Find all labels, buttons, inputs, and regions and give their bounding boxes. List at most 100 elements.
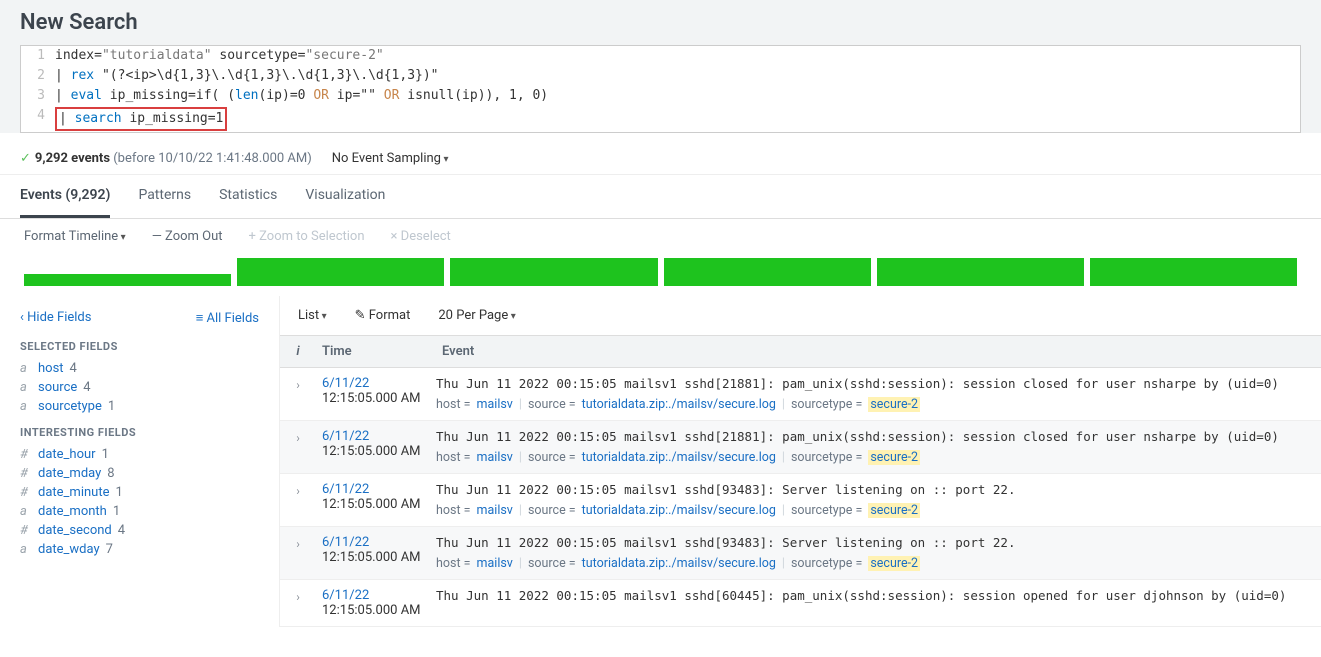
- timeline-bar[interactable]: [24, 274, 231, 286]
- zoom-out-button[interactable]: — Zoom Out: [152, 229, 223, 244]
- field-name[interactable]: date_month: [38, 504, 107, 519]
- field-name[interactable]: sourcetype: [38, 399, 102, 414]
- expand-row-icon[interactable]: ›: [280, 482, 316, 518]
- event-row: ›6/11/2212:15:05.000 AMThu Jun 11 2022 0…: [280, 474, 1321, 527]
- field-row[interactable]: #date_second4: [20, 521, 259, 540]
- timeline-bar[interactable]: [877, 258, 1084, 286]
- timeline-bar[interactable]: [450, 258, 657, 286]
- event-time: 12:15:05.000 AM: [322, 550, 436, 565]
- timeline-bar[interactable]: [1090, 258, 1297, 286]
- field-count: 4: [70, 361, 77, 376]
- check-icon: ✓: [20, 151, 31, 166]
- meta-sourcetype-value[interactable]: secure-2: [868, 397, 920, 412]
- meta-host-key: host =: [436, 503, 471, 518]
- field-type-icon: #: [20, 447, 32, 462]
- field-count: 1: [102, 447, 109, 462]
- field-count: 7: [106, 542, 113, 557]
- field-row[interactable]: asourcetype1: [20, 397, 259, 416]
- tab-patterns[interactable]: Patterns: [138, 175, 191, 218]
- event-sampling-dropdown[interactable]: No Event Sampling: [332, 151, 449, 166]
- event-date[interactable]: 6/11/22: [322, 535, 436, 550]
- timeline-bar[interactable]: [664, 258, 871, 286]
- per-page-dropdown[interactable]: 20 Per Page: [438, 308, 515, 323]
- hide-fields-button[interactable]: ‹ Hide Fields: [20, 310, 91, 326]
- event-raw[interactable]: Thu Jun 11 2022 00:15:05 mailsv1 sshd[21…: [436, 429, 1305, 444]
- expand-row-icon[interactable]: ›: [280, 588, 316, 618]
- meta-sourcetype-value[interactable]: secure-2: [868, 450, 920, 465]
- field-name[interactable]: source: [38, 380, 77, 395]
- expand-row-icon[interactable]: ›: [280, 535, 316, 571]
- timeline-bar[interactable]: [237, 258, 444, 286]
- fields-sidebar: ‹ Hide Fields ≡ All Fields SELECTED FIEL…: [0, 296, 280, 627]
- meta-host-value[interactable]: mailsv: [477, 556, 513, 571]
- expand-row-icon[interactable]: ›: [280, 376, 316, 412]
- field-type-icon: a: [20, 399, 32, 414]
- field-type-icon: a: [20, 504, 32, 519]
- field-name[interactable]: date_minute: [38, 485, 109, 500]
- view-mode-dropdown[interactable]: List: [298, 308, 327, 323]
- meta-host-key: host =: [436, 556, 471, 571]
- result-count: ✓9,292 events (before 10/10/22 1:41:48.0…: [20, 151, 312, 166]
- meta-sourcetype-value[interactable]: secure-2: [868, 503, 920, 518]
- meta-host-key: host =: [436, 450, 471, 465]
- event-raw[interactable]: Thu Jun 11 2022 00:15:05 mailsv1 sshd[93…: [436, 535, 1305, 550]
- field-name[interactable]: host: [38, 361, 64, 376]
- meta-host-value[interactable]: mailsv: [477, 397, 513, 412]
- event-raw[interactable]: Thu Jun 11 2022 00:15:05 mailsv1 sshd[93…: [436, 482, 1305, 497]
- search-editor[interactable]: 1index="tutorialdata" sourcetype="secure…: [20, 45, 1301, 133]
- selected-fields-heading: SELECTED FIELDS: [20, 340, 259, 353]
- meta-source-key: source =: [528, 503, 576, 518]
- event-raw[interactable]: Thu Jun 11 2022 00:15:05 mailsv1 sshd[60…: [436, 588, 1305, 603]
- col-time[interactable]: Time: [316, 336, 436, 367]
- field-row[interactable]: #date_minute1: [20, 483, 259, 502]
- meta-sourcetype-value[interactable]: secure-2: [868, 556, 920, 571]
- meta-source-value[interactable]: tutorialdata.zip:./mailsv/secure.log: [582, 450, 776, 465]
- event-row: › 6/11/2212:15:05.000 AMThu Jun 11 2022 0…: [280, 421, 1321, 474]
- field-row[interactable]: asource 4: [20, 378, 259, 397]
- field-count: 1: [115, 485, 122, 500]
- meta-source-key: source =: [528, 556, 576, 571]
- event-date[interactable]: 6/11/22: [322, 429, 436, 444]
- event-time: 12:15:05.000 AM: [322, 603, 436, 618]
- meta-source-value[interactable]: tutorialdata.zip:./mailsv/secure.log: [582, 503, 776, 518]
- all-fields-button[interactable]: ≡ All Fields: [196, 310, 259, 326]
- format-button[interactable]: Format: [355, 308, 411, 323]
- tab-visualization[interactable]: Visualization: [305, 175, 385, 218]
- field-name[interactable]: date_mday: [38, 466, 101, 481]
- expand-row-icon[interactable]: ›: [280, 429, 316, 465]
- meta-host-value[interactable]: mailsv: [477, 503, 513, 518]
- meta-host-value[interactable]: mailsv: [477, 450, 513, 465]
- meta-source-key: source =: [528, 450, 576, 465]
- field-row[interactable]: adate_month1: [20, 502, 259, 521]
- field-name[interactable]: date_second: [38, 523, 112, 538]
- meta-source-value[interactable]: tutorialdata.zip:./mailsv/secure.log: [582, 397, 776, 412]
- col-info[interactable]: i: [280, 336, 316, 367]
- field-name[interactable]: date_hour: [38, 447, 96, 462]
- line-number: 2: [21, 66, 55, 86]
- code-line: index="tutorialdata" sourcetype="secure-…: [55, 46, 384, 66]
- event-date[interactable]: 6/11/22: [322, 482, 436, 497]
- timeline-chart[interactable]: [0, 254, 1321, 296]
- event-row: › 6/11/2212:15:05.000 AMThu Jun 11 2022 0…: [280, 527, 1321, 580]
- field-type-icon: #: [20, 523, 32, 538]
- event-date[interactable]: 6/11/22: [322, 588, 436, 603]
- meta-sourcetype-key: sourcetype =: [791, 556, 862, 571]
- field-row[interactable]: ahost4: [20, 359, 259, 378]
- format-timeline-dropdown[interactable]: Format Timeline: [24, 229, 126, 244]
- field-type-icon: #: [20, 466, 32, 481]
- code-line: | eval ip_missing=if( (len(ip)=0 OR ip="…: [55, 86, 548, 106]
- event-date[interactable]: 6/11/22: [322, 376, 436, 391]
- event-time: 12:15:05.000 AM: [322, 444, 436, 459]
- field-count: 8: [107, 466, 114, 481]
- meta-source-value[interactable]: tutorialdata.zip:./mailsv/secure.log: [582, 556, 776, 571]
- tab-statistics[interactable]: Statistics: [219, 175, 277, 218]
- field-type-icon: a: [20, 380, 32, 395]
- event-raw[interactable]: Thu Jun 11 2022 00:15:05 mailsv1 sshd[21…: [436, 376, 1305, 391]
- field-count: 4: [83, 380, 90, 395]
- tab-events[interactable]: Events (9,292): [20, 175, 110, 218]
- line-number: 1: [21, 46, 55, 66]
- field-row[interactable]: # date_hour 1: [20, 445, 259, 464]
- field-name[interactable]: date_wday: [38, 542, 100, 557]
- field-row[interactable]: adate_wday7: [20, 540, 259, 559]
- field-row[interactable]: # date_mday 8: [20, 464, 259, 483]
